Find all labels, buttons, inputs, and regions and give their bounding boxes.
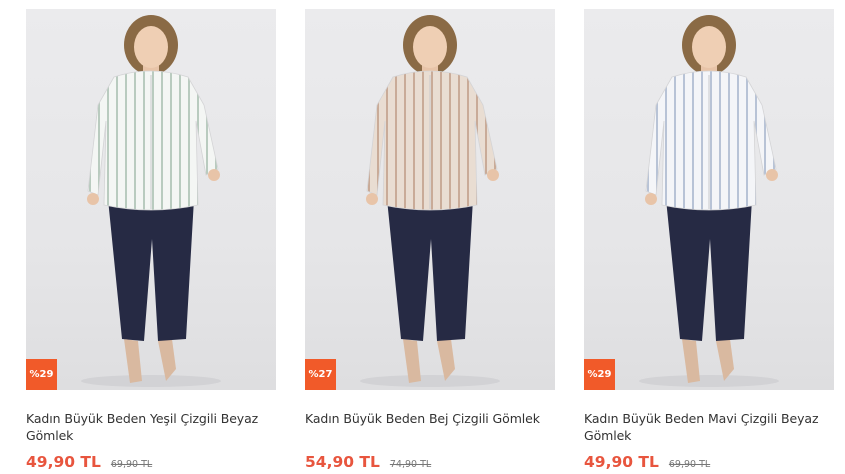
model-photo: [639, 15, 779, 387]
price-row: 49,90 TL 69,90 TL: [584, 453, 834, 471]
discount-badge: %29: [26, 359, 57, 390]
old-price: 74,90 TL: [389, 459, 432, 470]
left-hand: [645, 193, 657, 205]
left-hand: [366, 193, 378, 205]
current-price: 54,90 TL: [305, 453, 380, 471]
product-card[interactable]: %27 Kadın Büyük Beden Bej Çizgili Gömlek…: [305, 9, 555, 471]
price-row: 54,90 TL 74,90 TL: [305, 453, 555, 471]
right-hand: [766, 169, 778, 181]
right-shoe: [437, 339, 455, 381]
product-title[interactable]: Kadın Büyük Beden Mavi Çizgili Beyaz Göm…: [584, 410, 834, 444]
right-shoe: [716, 339, 734, 381]
shirt: [87, 70, 219, 211]
product-card[interactable]: %29 Kadın Büyük Beden Mavi Çizgili Beyaz…: [584, 9, 834, 471]
pants: [387, 199, 473, 341]
face: [413, 26, 447, 68]
product-title[interactable]: Kadın Büyük Beden Bej Çizgili Gömlek: [305, 410, 555, 444]
left-hand: [87, 193, 99, 205]
product-card[interactable]: %29 Kadın Büyük Beden Yeşil Çizgili Beya…: [26, 9, 276, 471]
discount-badge: %29: [584, 359, 615, 390]
shirt: [366, 70, 498, 211]
floor-shadow: [639, 375, 779, 387]
pants: [108, 199, 194, 341]
face: [692, 26, 726, 68]
discount-badge: %27: [305, 359, 336, 390]
model-photo: [81, 15, 221, 387]
current-price: 49,90 TL: [26, 453, 101, 471]
product-grid: %29 Kadın Büyük Beden Yeşil Çizgili Beya…: [0, 0, 845, 474]
floor-shadow: [360, 375, 500, 387]
product-image[interactable]: %27: [305, 9, 555, 390]
old-price: 69,90 TL: [668, 459, 711, 470]
product-title[interactable]: Kadın Büyük Beden Yeşil Çizgili Beyaz Gö…: [26, 410, 276, 444]
model-photo: [360, 15, 500, 387]
face: [134, 26, 168, 68]
price-row: 49,90 TL 69,90 TL: [26, 453, 276, 471]
right-hand: [487, 169, 499, 181]
shirt: [645, 70, 777, 211]
product-image[interactable]: %29: [26, 9, 276, 390]
pants: [666, 199, 752, 341]
right-shoe: [158, 339, 176, 381]
current-price: 49,90 TL: [584, 453, 659, 471]
right-hand: [208, 169, 220, 181]
product-image[interactable]: %29: [584, 9, 834, 390]
floor-shadow: [81, 375, 221, 387]
old-price: 69,90 TL: [110, 459, 153, 470]
